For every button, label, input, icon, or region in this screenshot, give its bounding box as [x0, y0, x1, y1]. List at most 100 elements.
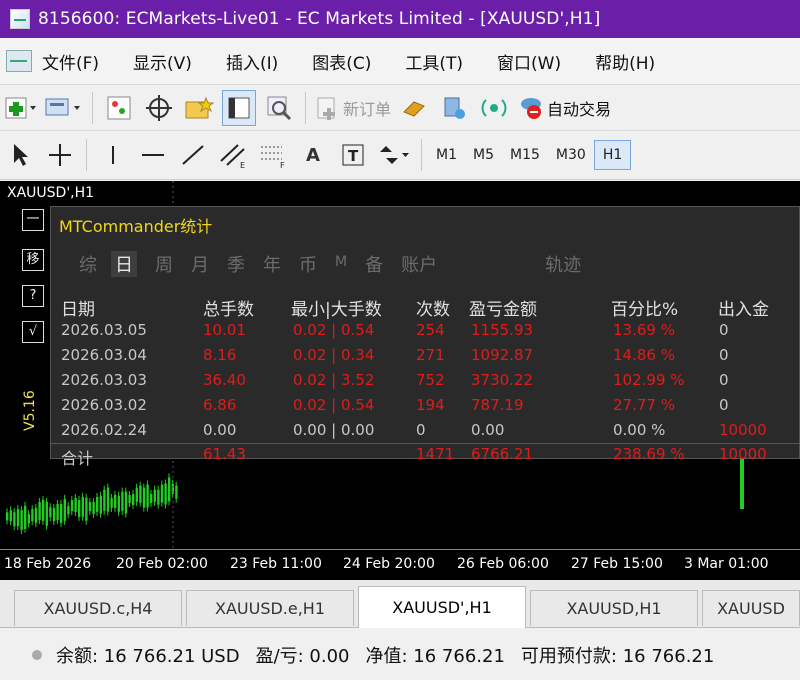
- timeframe-h1[interactable]: H1: [593, 140, 632, 170]
- timeframe-m1[interactable]: M1: [428, 140, 465, 170]
- trendline-button[interactable]: [176, 137, 210, 173]
- row-5-lots: 0.00: [203, 421, 237, 439]
- help-button[interactable]: ?: [22, 285, 44, 307]
- header-date: 日期: [61, 300, 95, 320]
- radio-button[interactable]: [477, 90, 511, 126]
- menu-tools[interactable]: 工具(T): [405, 49, 463, 74]
- text-tool-button[interactable]: A: [296, 137, 330, 173]
- candle-body: [142, 487, 146, 508]
- menu-window[interactable]: 窗口(W): [497, 49, 561, 74]
- menu-insert[interactable]: 插入(I): [226, 49, 278, 74]
- candle-body: [132, 493, 135, 505]
- new-chart-button[interactable]: [3, 90, 37, 126]
- total-percent: 238.69 %: [613, 445, 685, 463]
- status-bar: 余额: 16 766.21 USD 盈/亏: 0.00 净值: 16 766.2…: [0, 630, 800, 680]
- new-order-label: 新订单: [343, 99, 392, 119]
- row-1-lots: 10.01: [203, 321, 246, 339]
- tab-m[interactable]: M: [335, 251, 347, 277]
- navigator-button[interactable]: [182, 90, 216, 126]
- candle-body: [150, 493, 153, 503]
- candle-body: [78, 499, 81, 517]
- toolbar-separator: [421, 139, 422, 171]
- tab-yearly[interactable]: 年: [263, 251, 281, 277]
- tab-daily[interactable]: 日: [111, 251, 137, 277]
- crosshair-tool-button[interactable]: [43, 137, 77, 173]
- chart-tab[interactable]: XAUUSD.c,H4: [14, 590, 182, 626]
- chart-window-icon[interactable]: [6, 50, 32, 72]
- candle-body: [9, 510, 12, 522]
- menu-file[interactable]: 文件(F): [42, 49, 99, 74]
- total-divider: [51, 443, 800, 444]
- candle-body: [63, 498, 66, 521]
- candle-body: [157, 489, 160, 505]
- tab-account[interactable]: 账户: [401, 251, 437, 277]
- time-label: 18 Feb 2026: [4, 556, 92, 572]
- candle-body: [27, 514, 30, 524]
- candle-body: [31, 509, 34, 522]
- signals-icon: [444, 97, 466, 119]
- signals-button[interactable]: [437, 90, 471, 126]
- auto-trading-button[interactable]: 自动交易: [517, 90, 611, 126]
- header-min-max-lots: 最小|大手数: [291, 300, 382, 320]
- chart-tab[interactable]: XAUUSD,H1: [530, 590, 698, 626]
- tab-summary[interactable]: 综: [79, 251, 97, 277]
- row-1-minmax: 0.02 | 0.54: [293, 321, 375, 339]
- chart-tab-active[interactable]: XAUUSD',H1: [358, 586, 526, 628]
- market-watch-icon: [107, 96, 131, 119]
- row-4-minmax: 0.02 | 0.54: [293, 396, 375, 414]
- row-3-percent: 102.99 %: [613, 371, 685, 389]
- vertical-line-button[interactable]: [96, 137, 130, 173]
- stop-sign-icon: [521, 97, 542, 119]
- timeframe-m30[interactable]: M30: [548, 140, 594, 170]
- market-watch-button[interactable]: [102, 90, 136, 126]
- chart-tab[interactable]: XAUUSD: [702, 590, 800, 626]
- fibonacci-icon: F: [261, 146, 285, 169]
- tab-currency[interactable]: 币: [299, 251, 317, 277]
- horizontal-line-button[interactable]: [136, 137, 170, 173]
- candle-body: [103, 489, 106, 511]
- arrows-button[interactable]: [376, 137, 412, 173]
- new-order-button[interactable]: 新订单: [315, 90, 391, 126]
- confirm-button[interactable]: √: [22, 321, 44, 343]
- svg-text:T: T: [348, 147, 359, 165]
- tab-monthly[interactable]: 月: [191, 251, 209, 277]
- candle-body: [110, 498, 113, 508]
- candle-body: [38, 502, 41, 520]
- chart-tab[interactable]: XAUUSD.e,H1: [186, 590, 354, 626]
- time-label: 26 Feb 06:00: [457, 556, 549, 572]
- row-1-deposit: 0: [719, 321, 729, 339]
- tab-backup[interactable]: 备: [365, 251, 383, 277]
- text-label-button[interactable]: T: [336, 137, 370, 173]
- header-deposit: 出入金: [718, 300, 769, 320]
- candle-body: [153, 489, 156, 502]
- folder-star-icon: [185, 96, 214, 118]
- tab-quarterly[interactable]: 季: [227, 251, 245, 277]
- chart-symbol-title: XAUUSD',H1: [7, 185, 95, 201]
- row-3-lots: 36.40: [203, 371, 246, 389]
- menu-help[interactable]: 帮助(H): [595, 49, 655, 74]
- window-title: 8156600: ECMarkets-Live01 - EC Markets L…: [38, 9, 601, 29]
- cursor-button[interactable]: [3, 137, 37, 173]
- equidistant-channel-button[interactable]: E: [216, 137, 250, 173]
- candle-body: [13, 512, 16, 527]
- timeframe-m15[interactable]: M15: [502, 140, 548, 170]
- terminal-button[interactable]: [222, 89, 256, 126]
- tab-trajectory[interactable]: 轨迹: [545, 251, 581, 277]
- chart-tabs-bar: XAUUSD.c,H4 XAUUSD.e,H1 XAUUSD',H1 XAUUS…: [0, 580, 800, 628]
- menu-bar: 文件(F) 显示(V) 插入(I) 图表(C) 工具(T) 窗口(W) 帮助(H…: [0, 38, 800, 84]
- menu-charts[interactable]: 图表(C): [312, 49, 371, 74]
- minimize-panel-button[interactable]: 一: [22, 209, 44, 231]
- strategy-tester-button[interactable]: [262, 90, 296, 126]
- row-1-count: 254: [416, 321, 445, 339]
- fibonacci-button[interactable]: F: [256, 137, 290, 173]
- gold-button[interactable]: [397, 90, 431, 126]
- data-window-button[interactable]: [142, 90, 176, 126]
- timeframe-m5[interactable]: M5: [465, 140, 502, 170]
- candle-body: [139, 485, 142, 503]
- tab-weekly[interactable]: 周: [155, 251, 173, 277]
- move-panel-button[interactable]: 移: [22, 249, 44, 271]
- profiles-button[interactable]: [43, 90, 83, 126]
- menu-view[interactable]: 显示(V): [133, 49, 192, 74]
- terminal-icon: [228, 97, 250, 118]
- chart-window[interactable]: XAUUSD',H1 一 移 ? √ V5.16 MTCommander统计 综…: [0, 181, 800, 580]
